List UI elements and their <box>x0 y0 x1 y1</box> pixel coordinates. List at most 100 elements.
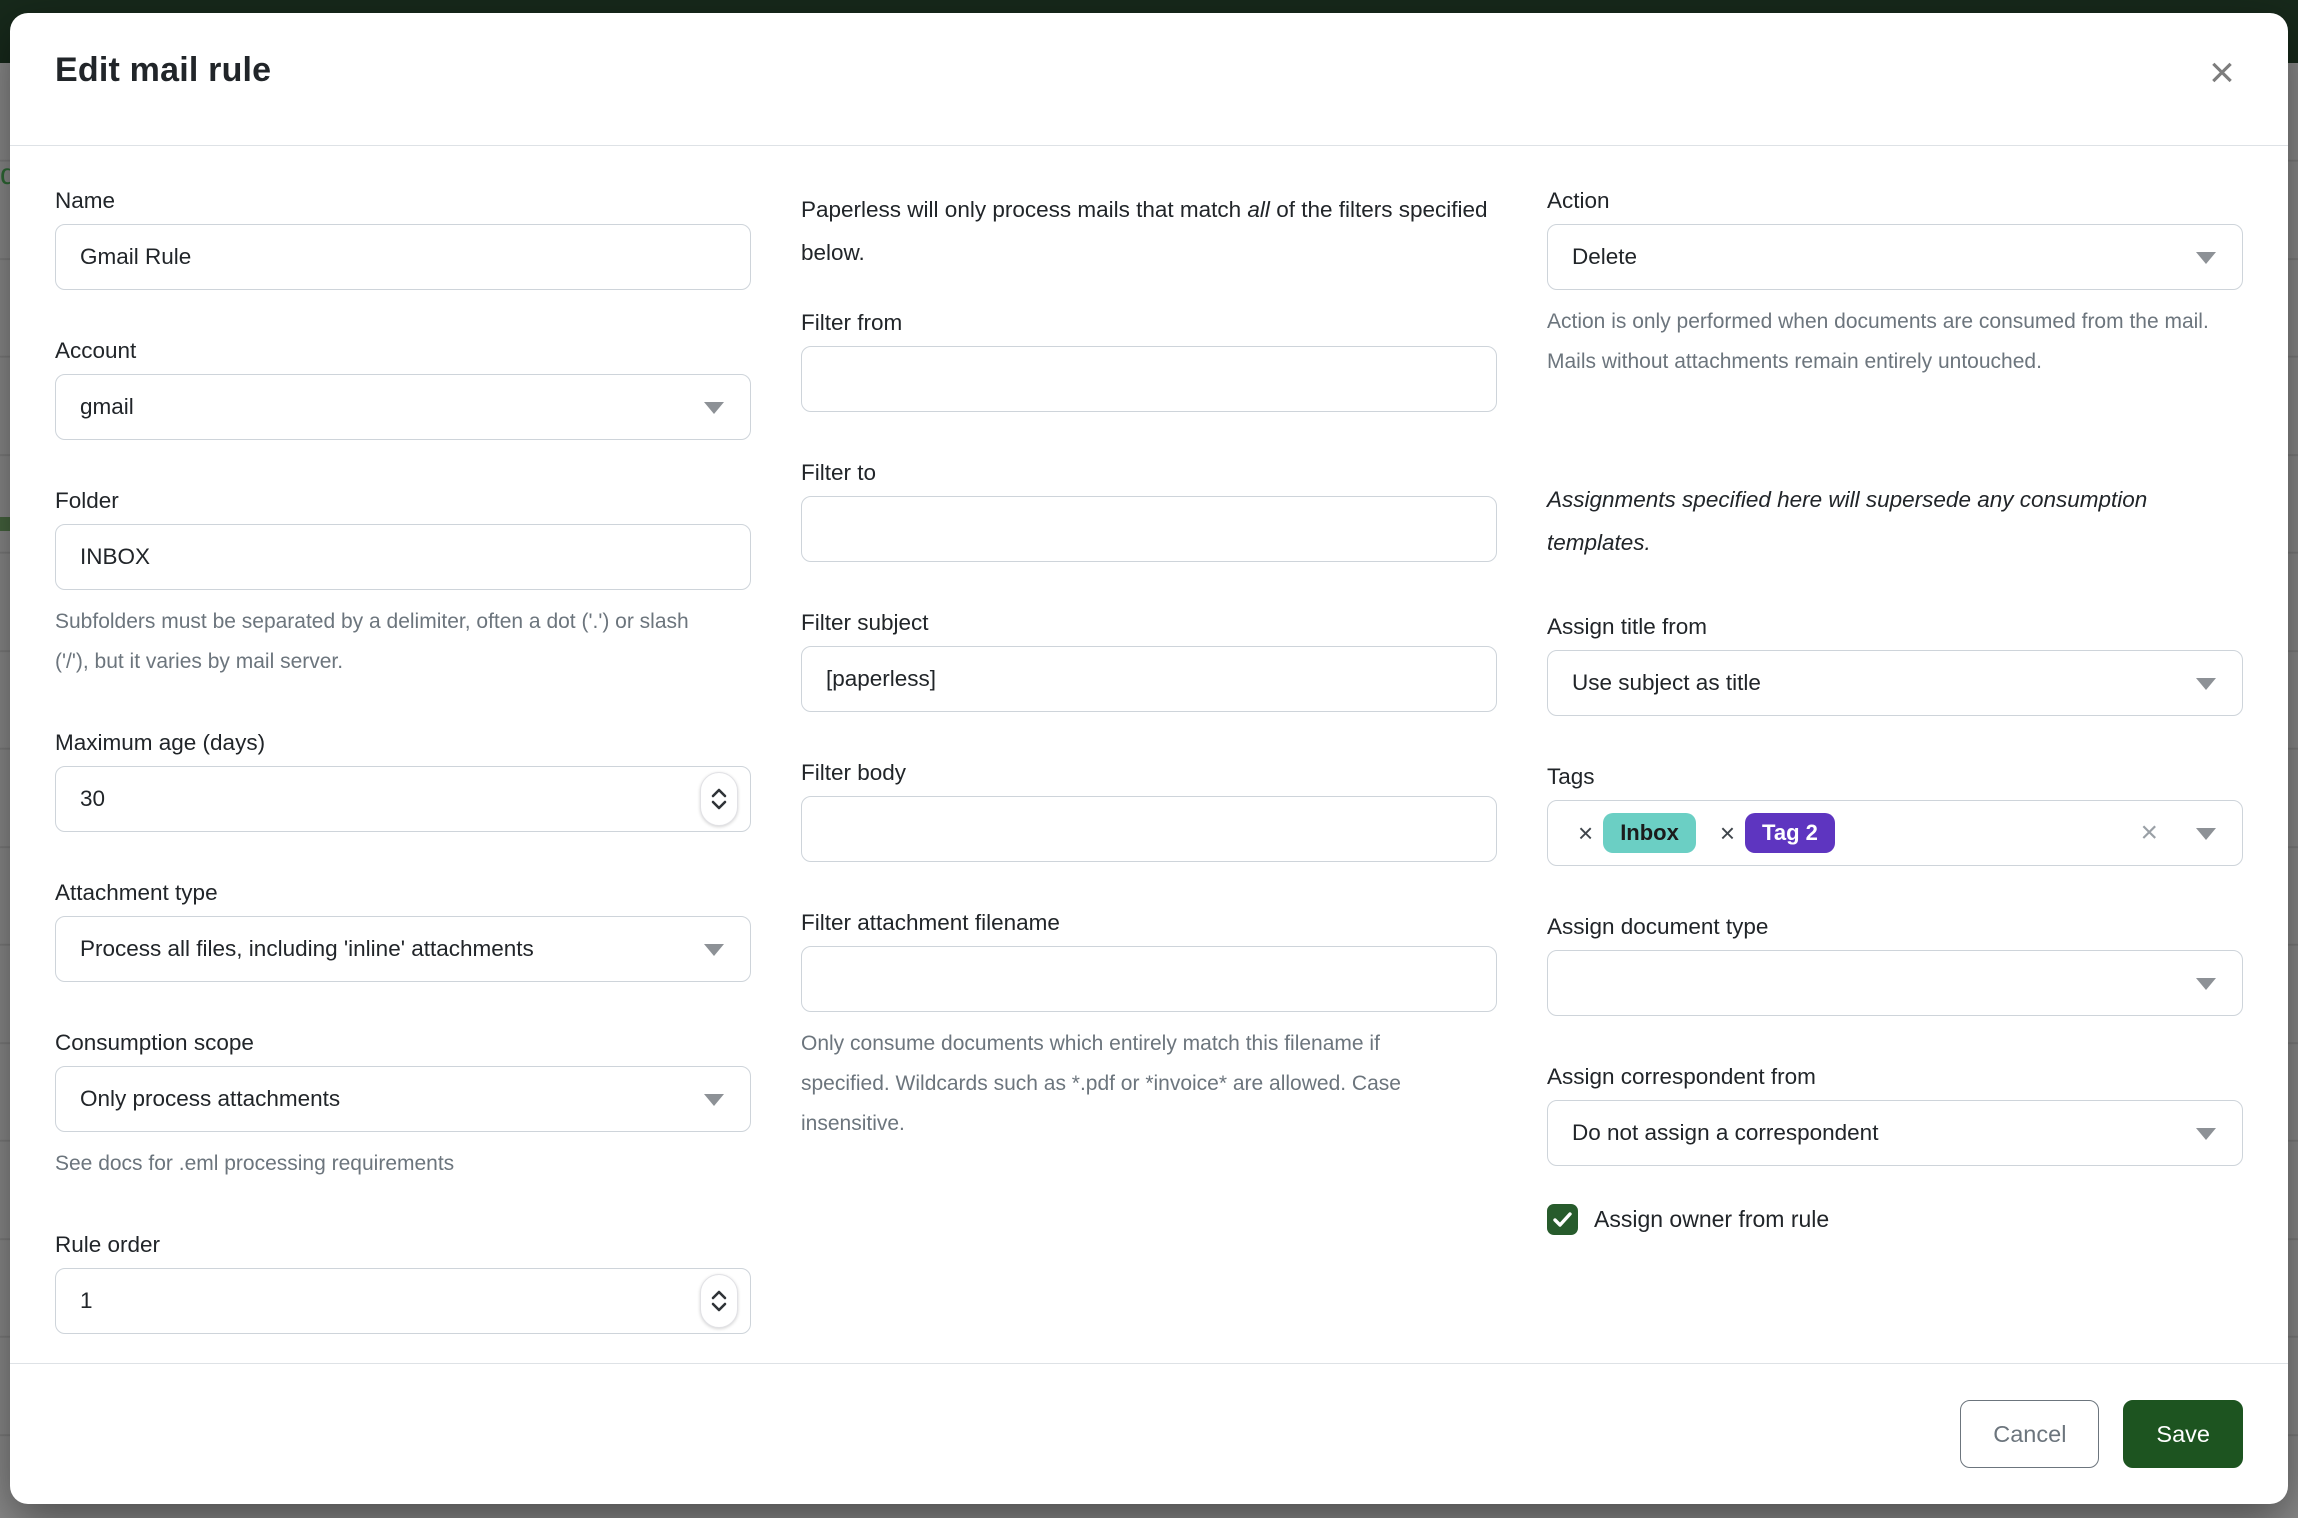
field-action: Action Delete Action is only performed w… <box>1547 188 2243 382</box>
attachment-type-select[interactable]: Process all files, including 'inline' at… <box>55 916 751 982</box>
chevron-down-icon <box>704 944 724 956</box>
action-label: Action <box>1547 188 2243 214</box>
tag-2-remove-icon[interactable]: × <box>1710 818 1745 849</box>
name-label: Name <box>55 188 751 214</box>
field-folder: Folder Subfolders must be separated by a… <box>55 488 751 682</box>
field-filter-from: Filter from <box>801 310 1497 412</box>
field-filter-to: Filter to <box>801 460 1497 562</box>
dialog-header: Edit mail rule × <box>10 13 2288 146</box>
assign-correspondent-from-select-value: Do not assign a correspondent <box>1572 1120 2218 1146</box>
filter-attachment-filename-help-text: Only consume documents which entirely ma… <box>801 1024 1471 1144</box>
chevron-down-icon[interactable] <box>2196 828 2216 840</box>
chevron-down-icon <box>2196 252 2216 264</box>
filters-intro-emphasis: all <box>1247 197 1270 222</box>
field-filter-body: Filter body <box>801 760 1497 862</box>
filter-body-input[interactable] <box>801 796 1497 862</box>
tags-label: Tags <box>1547 764 2243 790</box>
field-assign-document-type: Assign document type <box>1547 914 2243 1016</box>
dialog-title: Edit mail rule <box>55 51 2243 90</box>
chevron-down-icon <box>711 1302 727 1312</box>
field-account: Account gmail <box>55 338 751 440</box>
filter-to-input[interactable] <box>801 496 1497 562</box>
field-name: Name <box>55 188 751 290</box>
column-general: Name Account gmail Folder Subfolders mus… <box>55 188 751 1382</box>
filter-to-label: Filter to <box>801 460 1497 486</box>
chevron-down-icon <box>704 1094 724 1106</box>
attachment-type-label: Attachment type <box>55 880 751 906</box>
filter-from-label: Filter from <box>801 310 1497 336</box>
save-button[interactable]: Save <box>2123 1400 2243 1468</box>
filter-subject-label: Filter subject <box>801 610 1497 636</box>
edit-mail-rule-dialog: Edit mail rule × Name Account gmail Fold… <box>10 13 2288 1504</box>
backdrop-text-fragment: d <box>0 152 10 198</box>
field-tags: Tags × Inbox × Tag 2 × <box>1547 764 2243 866</box>
field-assign-owner: Assign owner from rule <box>1547 1204 2243 1235</box>
assign-title-from-label: Assign title from <box>1547 614 2243 640</box>
dialog-footer: Cancel Save <box>10 1363 2288 1504</box>
backdrop-green-row-fragment <box>0 517 10 531</box>
close-icon: × <box>2209 48 2235 97</box>
max-age-stepper[interactable] <box>700 772 738 826</box>
dialog-body: Name Account gmail Folder Subfolders mus… <box>10 146 2288 1382</box>
account-select-value: gmail <box>80 394 726 420</box>
action-help-text: Action is only performed when documents … <box>1547 302 2217 382</box>
attachment-type-select-value: Process all files, including 'inline' at… <box>80 936 726 962</box>
filter-attachment-filename-input[interactable] <box>801 946 1497 1012</box>
max-age-label: Maximum age (days) <box>55 730 751 756</box>
chevron-down-icon <box>711 800 727 810</box>
account-select[interactable]: gmail <box>55 374 751 440</box>
assign-title-from-select-value: Use subject as title <box>1572 670 2218 696</box>
account-label: Account <box>55 338 751 364</box>
max-age-value: 30 <box>80 786 726 812</box>
folder-label: Folder <box>55 488 751 514</box>
tags-clear-icon[interactable]: × <box>2140 816 2158 850</box>
chevron-up-icon <box>711 1290 727 1300</box>
assign-document-type-label: Assign document type <box>1547 914 2243 940</box>
filter-from-input[interactable] <box>801 346 1497 412</box>
assign-owner-checkbox[interactable] <box>1547 1204 1578 1235</box>
assign-correspondent-from-label: Assign correspondent from <box>1547 1064 2243 1090</box>
tag-chip-tag-2: Tag 2 <box>1745 813 1835 853</box>
field-assign-correspondent-from: Assign correspondent from Do not assign … <box>1547 1064 2243 1166</box>
chevron-down-icon <box>704 402 724 414</box>
folder-help-text: Subfolders must be separated by a delimi… <box>55 602 725 682</box>
field-filter-attachment-filename: Filter attachment filename Only consume … <box>801 910 1497 1144</box>
tags-multiselect[interactable]: × Inbox × Tag 2 × <box>1547 800 2243 866</box>
field-rule-order: Rule order 1 <box>55 1232 751 1334</box>
filters-intro-text: Paperless will only process mails that m… <box>801 188 1491 274</box>
action-select[interactable]: Delete <box>1547 224 2243 290</box>
action-select-value: Delete <box>1572 244 2218 270</box>
assign-owner-label: Assign owner from rule <box>1594 1206 1829 1233</box>
consumption-scope-select-value: Only process attachments <box>80 1086 726 1112</box>
rule-order-stepper[interactable] <box>700 1274 738 1328</box>
chevron-down-icon <box>2196 678 2216 690</box>
field-assign-title-from: Assign title from Use subject as title <box>1547 614 2243 716</box>
rule-order-input-wrap: 1 <box>55 1268 751 1334</box>
folder-input[interactable] <box>55 524 751 590</box>
filters-intro-pre: Paperless will only process mails that m… <box>801 197 1247 222</box>
check-icon <box>1553 1212 1572 1227</box>
assign-document-type-select[interactable] <box>1547 950 2243 1016</box>
tag-chip-inbox: Inbox <box>1603 813 1696 853</box>
field-consumption-scope: Consumption scope Only process attachmen… <box>55 1030 751 1184</box>
consumption-scope-label: Consumption scope <box>55 1030 751 1056</box>
cancel-button[interactable]: Cancel <box>1960 1400 2099 1468</box>
assign-title-from-select[interactable]: Use subject as title <box>1547 650 2243 716</box>
filter-body-label: Filter body <box>801 760 1497 786</box>
consumption-scope-select[interactable]: Only process attachments <box>55 1066 751 1132</box>
field-attachment-type: Attachment type Process all files, inclu… <box>55 880 751 982</box>
name-input[interactable] <box>55 224 751 290</box>
field-max-age: Maximum age (days) 30 <box>55 730 751 832</box>
field-filter-subject: Filter subject <box>801 610 1497 712</box>
close-button[interactable]: × <box>2196 47 2248 99</box>
filter-subject-input[interactable] <box>801 646 1497 712</box>
filter-attachment-filename-label: Filter attachment filename <box>801 910 1497 936</box>
tag-inbox-remove-icon[interactable]: × <box>1568 818 1603 849</box>
chevron-down-icon <box>2196 1128 2216 1140</box>
chevron-up-icon <box>711 788 727 798</box>
rule-order-value: 1 <box>80 1288 726 1314</box>
column-actions: Action Delete Action is only performed w… <box>1547 188 2243 1382</box>
assignments-note-text: Assignments specified here will supersed… <box>1547 478 2237 564</box>
max-age-input-wrap: 30 <box>55 766 751 832</box>
assign-correspondent-from-select[interactable]: Do not assign a correspondent <box>1547 1100 2243 1166</box>
